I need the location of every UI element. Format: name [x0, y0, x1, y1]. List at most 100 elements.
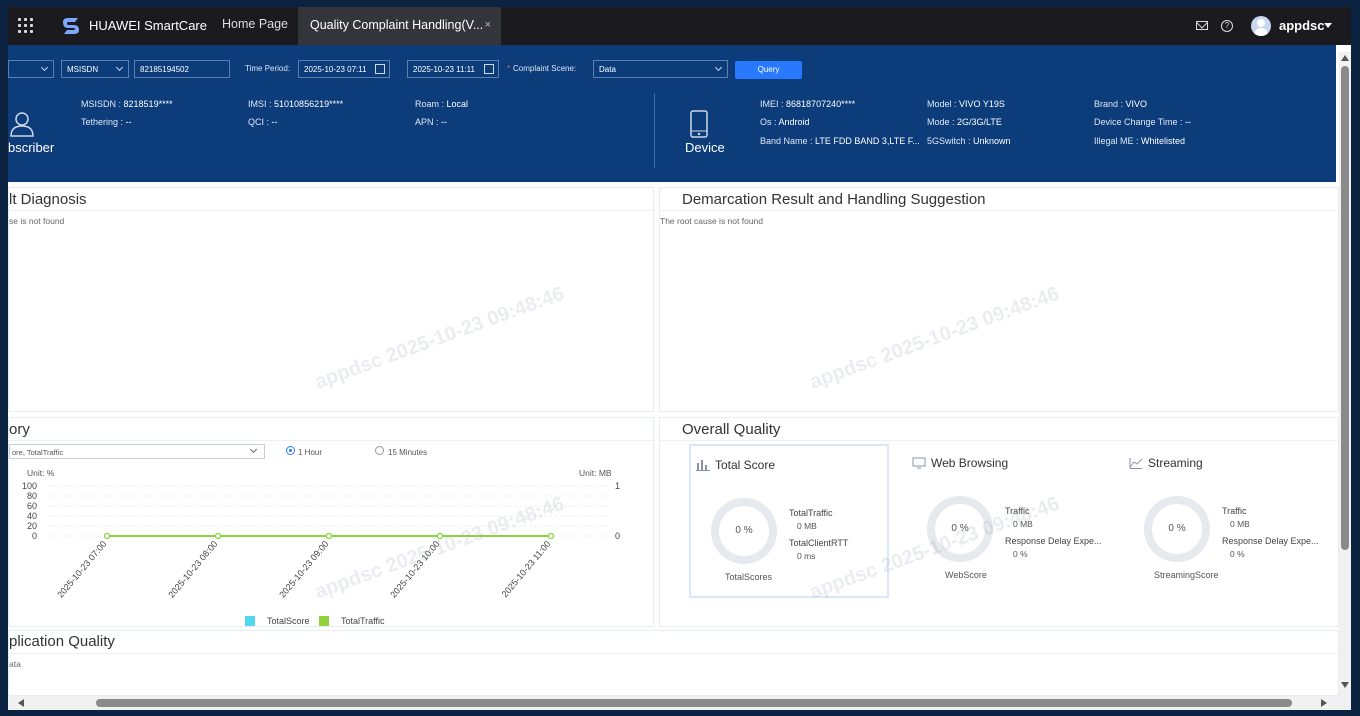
- field-value: VIVO Y19S: [959, 99, 1005, 109]
- field-value: --: [1185, 117, 1192, 127]
- scroll-down-icon[interactable]: [1341, 682, 1349, 688]
- monitor-icon: [912, 457, 926, 469]
- metric-value: 0 MB: [797, 521, 817, 531]
- msisdn-field: MSISDN : 8218519****: [81, 99, 173, 109]
- complaint-scene-select[interactable]: Data: [593, 60, 728, 78]
- legend-label: TotalScore: [267, 616, 310, 626]
- score-label: WebScore: [945, 570, 987, 580]
- total-score-card[interactable]: Total Score 0 % TotalTraffic 0 MB TotalC…: [689, 444, 889, 598]
- metric-value: 0 MB: [1013, 519, 1033, 529]
- history-panel: ory ore, TotalTraffic 1 Hour 15 Minutes …: [8, 417, 655, 627]
- score-value: 0 %: [951, 523, 969, 534]
- chevron-down-icon: [714, 63, 723, 72]
- mode-field: Mode : 2G/3G/LTE: [927, 117, 1002, 127]
- field-value: --: [271, 117, 278, 127]
- metric-select-value: ore, TotalTraffic: [12, 448, 64, 457]
- calendar-icon[interactable]: [484, 64, 494, 74]
- empty-message: se is not found: [9, 216, 65, 226]
- scroll-thumb[interactable]: [1341, 66, 1349, 550]
- help-icon[interactable]: ?: [1221, 20, 1233, 32]
- msisdn-input[interactable]: 82185194502: [134, 60, 230, 78]
- score-label: StreamingScore: [1154, 570, 1219, 580]
- qci-field: QCI : --: [248, 117, 278, 127]
- start-time-input[interactable]: 2025-10-23 07:11: [298, 60, 390, 78]
- field-key: Brand: [1094, 99, 1119, 109]
- metric-value: 0 %: [1230, 549, 1245, 559]
- field-key: MSISDN: [81, 99, 117, 109]
- radio-15min[interactable]: [375, 446, 384, 455]
- web-browsing-card[interactable]: Web Browsing 0 % Traffic 0 MB Response D…: [907, 444, 1107, 598]
- roam-field: Roam : Local: [415, 99, 469, 109]
- field-value: VIVO: [1125, 99, 1148, 109]
- field-key: Mode: [927, 117, 950, 127]
- field-key: Roam: [415, 99, 440, 109]
- band-name-field: Band Name : LTE FDD BAND 3,LTE F...: [760, 136, 920, 146]
- apn-field: APN : --: [415, 117, 448, 127]
- legend-swatch: [245, 616, 255, 626]
- divider: [660, 210, 1340, 211]
- card-title: Web Browsing: [931, 456, 1009, 470]
- tab-home-page[interactable]: Home Page: [210, 7, 300, 45]
- tab-quality-complaint[interactable]: Quality Complaint Handling(V... ×: [298, 7, 501, 45]
- query-button[interactable]: Query: [735, 61, 802, 79]
- metric-name: TotalTraffic: [789, 508, 833, 518]
- data-point: [436, 532, 444, 540]
- metric-name: Traffic: [1005, 506, 1030, 516]
- close-icon[interactable]: ×: [485, 19, 491, 31]
- score-ring: 0 %: [1144, 496, 1210, 562]
- horizontal-scrollbar[interactable]: [8, 696, 1339, 710]
- username[interactable]: appdsc: [1279, 18, 1325, 33]
- scroll-left-icon[interactable]: [18, 699, 24, 707]
- fault-diagnosis-panel: lt Diagnosis se is not found: [8, 187, 655, 412]
- radio-15min-label: 15 Minutes: [388, 448, 428, 457]
- x-tick-label: 2025-10-23 08:00: [166, 539, 219, 600]
- x-tick-label: 2025-10-23 10:00: [388, 539, 441, 600]
- y-tick-label: 80: [27, 491, 37, 501]
- calendar-icon[interactable]: [375, 64, 385, 74]
- avatar[interactable]: [1251, 16, 1271, 36]
- unit-right: Unit: MB: [579, 468, 612, 478]
- field-value: Whitelisted: [1141, 136, 1186, 146]
- subscriber-device-info: bscriber MSISDN : 8218519**** IMSI : 510…: [8, 85, 1336, 182]
- vertical-scrollbar[interactable]: [1339, 52, 1351, 710]
- divider: [9, 440, 655, 441]
- chevron-down-icon[interactable]: [1324, 23, 1332, 28]
- model-field: Model : VIVO Y19S: [927, 99, 1005, 109]
- field-value: --: [125, 117, 132, 127]
- legend-label: TotalTraffic: [341, 616, 385, 626]
- os-field: Os : Android: [760, 117, 810, 127]
- field-key: Band Name: [760, 136, 808, 146]
- id-type-select[interactable]: MSISDN: [61, 60, 129, 78]
- time-period-label: Time Period:: [245, 64, 291, 73]
- field-key: Model: [927, 99, 952, 109]
- complaint-scene-label: Complaint Scene:: [513, 64, 577, 73]
- divider: [654, 93, 655, 168]
- region-select[interactable]: [8, 60, 54, 78]
- mail-icon[interactable]: [1196, 21, 1208, 30]
- app-grid-icon[interactable]: [18, 18, 34, 34]
- chevron-down-icon: [249, 445, 258, 454]
- query-bar: MSISDN 82185194502 Time Period: 2025-10-…: [8, 45, 1336, 85]
- scroll-up-icon[interactable]: [1341, 55, 1349, 61]
- radio-1hour[interactable]: [286, 446, 295, 455]
- y-tick-label: 60: [27, 501, 37, 511]
- required-asterisk: *: [507, 64, 511, 73]
- scroll-thumb[interactable]: [96, 699, 1292, 707]
- tab-label: Quality Complaint Handling(V...: [310, 18, 484, 32]
- chevron-down-icon: [115, 63, 124, 72]
- field-key: Os: [760, 117, 772, 127]
- end-time-input[interactable]: 2025-10-23 11:11: [407, 60, 499, 78]
- empty-message: The root cause is not found: [660, 216, 764, 226]
- streaming-card[interactable]: Streaming 0 % Traffic 0 MB Response Dela…: [1124, 444, 1324, 598]
- app-window: HUAWEI SmartCare Home Page Quality Compl…: [8, 7, 1351, 710]
- field-value: Android: [778, 117, 810, 127]
- metric-name: Response Delay Expe...: [1222, 536, 1319, 546]
- radio-1hour-label: 1 Hour: [298, 448, 323, 457]
- metric-select[interactable]: ore, TotalTraffic: [9, 444, 265, 459]
- panel-title: plication Quality: [9, 633, 115, 650]
- divider: [9, 210, 655, 211]
- card-title: Total Score: [715, 458, 776, 472]
- scroll-right-icon[interactable]: [1321, 699, 1327, 707]
- y-tick-label: 40: [27, 511, 37, 521]
- msisdn-value: 82185194502: [140, 65, 189, 74]
